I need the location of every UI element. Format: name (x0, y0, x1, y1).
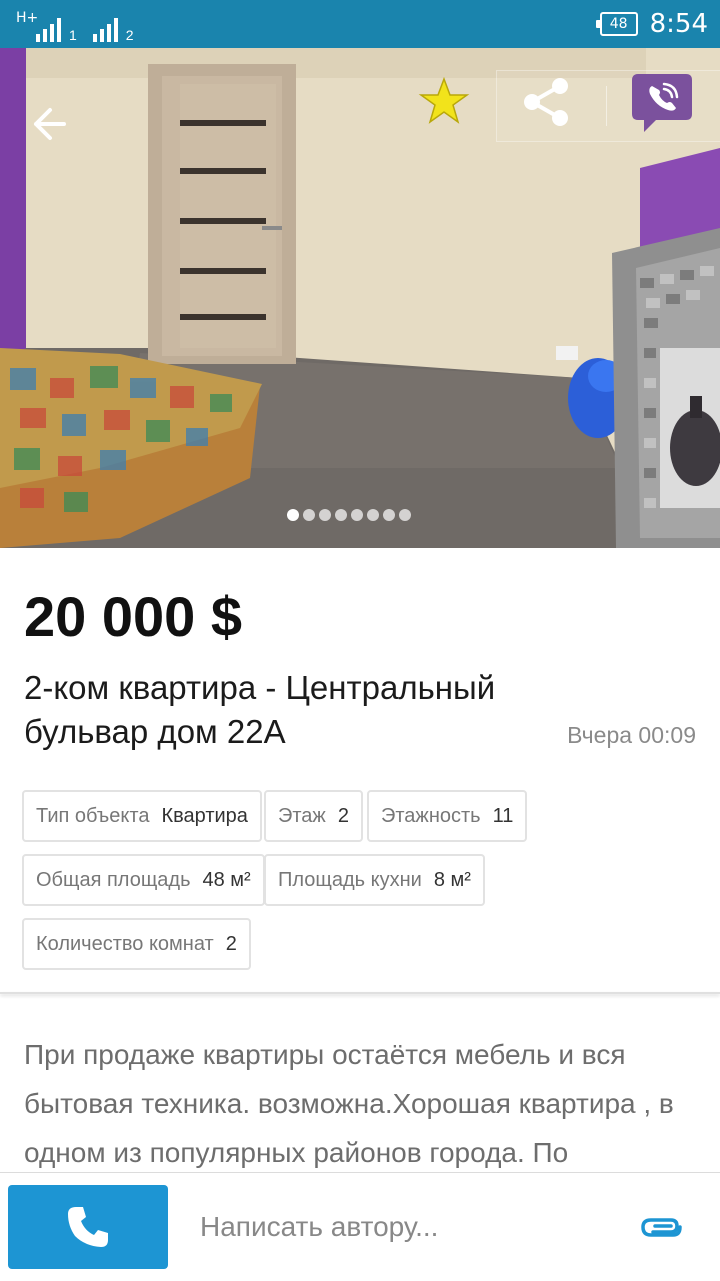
attribute-value: Квартира (161, 804, 248, 827)
back-arrow-icon[interactable] (28, 104, 84, 160)
gallery-dot[interactable] (367, 509, 379, 521)
phone-icon (68, 1207, 108, 1247)
signal-bars-icon (36, 16, 61, 42)
attribute-value: 2 (337, 804, 349, 827)
attribute-value: 11 (492, 804, 514, 827)
listing-title: 2-ком квартира - Центральный бульвар дом… (24, 669, 496, 750)
gallery-dot[interactable] (399, 509, 411, 521)
attribute-key: Тип объекта (36, 804, 150, 827)
gallery-dot[interactable] (383, 509, 395, 521)
gallery-dot[interactable] (351, 509, 363, 521)
call-button[interactable] (8, 1185, 168, 1269)
signal-group: H+ 1 2 (16, 8, 144, 42)
attribute-key: Этажность (381, 804, 481, 827)
listing-date: Вчера 00:09 (567, 722, 696, 748)
attribute-key: Общая площадь (36, 868, 191, 891)
listing-description: При продаже квартиры остаётся мебель и в… (24, 1039, 674, 1168)
attribute-chip: Этаж 2 (264, 790, 363, 842)
viber-icon[interactable] (630, 70, 702, 142)
attribute-value: 8 м² (433, 868, 471, 891)
attribute-chip: Тип объекта Квартира (22, 790, 262, 842)
share-icon[interactable] (518, 74, 584, 138)
attribute-key: Этаж (278, 804, 326, 827)
star-icon[interactable] (418, 76, 478, 136)
section-divider (0, 992, 720, 994)
gallery-dot[interactable] (287, 509, 299, 521)
status-bar: H+ 1 2 48 8:54 (0, 0, 720, 48)
attachment-icon[interactable] (636, 1207, 686, 1247)
message-input[interactable]: Написать автору... (200, 1211, 438, 1243)
status-right: 48 8:54 (595, 6, 708, 42)
attribute-chip: Количество комнат 2 (22, 918, 251, 970)
sim1-label: 1 (69, 27, 77, 43)
photo-gallery[interactable] (0, 48, 720, 548)
attribute-value: 2 (225, 932, 237, 955)
attribute-chip: Общая площадь 48 м² (22, 854, 265, 906)
attribute-key: Площадь кухни (278, 868, 422, 891)
sim2-label: 2 (125, 27, 134, 43)
gallery-pagination[interactable] (287, 509, 411, 521)
action-divider (606, 86, 607, 126)
gallery-dot[interactable] (319, 509, 331, 521)
attribute-chip: Этажность 11 (367, 790, 528, 842)
network-type: H+ (16, 10, 39, 26)
clock: 8:54 (649, 9, 708, 39)
signal-bars-icon (92, 16, 118, 42)
attribute-chip: Площадь кухни 8 м² (264, 854, 485, 906)
listing-price: 20 000 $ (24, 585, 242, 648)
attribute-value: 48 м² (202, 868, 251, 891)
battery-icon: 48 (595, 12, 638, 36)
gallery-dot[interactable] (335, 509, 347, 521)
contact-bar: Написать автору... (0, 1172, 720, 1281)
attribute-key: Количество комнат (36, 932, 214, 955)
gallery-dot[interactable] (303, 509, 315, 521)
